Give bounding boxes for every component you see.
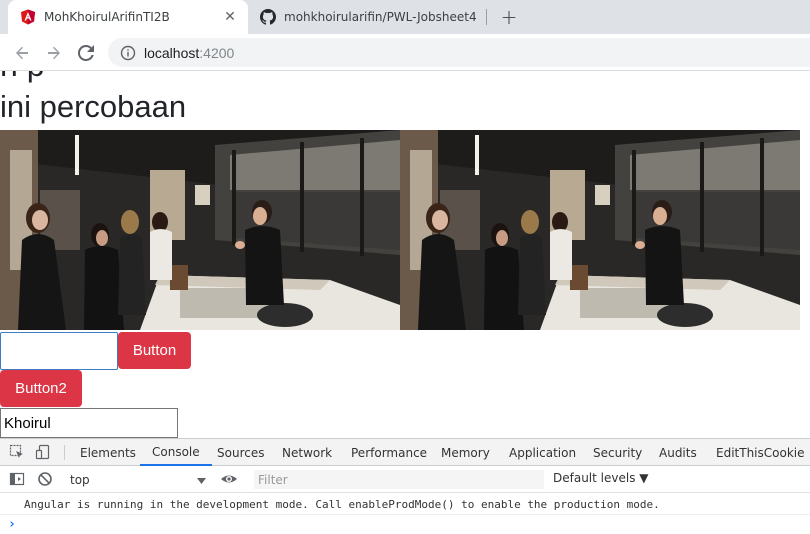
tab-sources[interactable]: Sources [217, 439, 264, 466]
angular-icon [20, 9, 36, 25]
clear-console-icon[interactable] [37, 471, 53, 487]
new-tab-icon[interactable]: + [498, 5, 520, 29]
console-toolbar: top Filter Default levels ▼ [0, 466, 810, 493]
inspect-element-icon[interactable] [9, 444, 25, 460]
url-host: localhost [144, 44, 200, 61]
info-icon[interactable] [120, 45, 136, 61]
tab-security[interactable]: Security [593, 439, 642, 466]
address-bar[interactable]: localhost:4200 [108, 38, 810, 67]
tab-elements[interactable]: Elements [80, 439, 136, 466]
devtools-tab-bar: Elements Console Sources Network Perform… [0, 439, 810, 466]
clipped-heading: h p [0, 71, 44, 84]
text-input[interactable] [0, 332, 118, 370]
page-heading: ini percobaan [0, 89, 187, 124]
console-divider [0, 514, 810, 515]
event-photo [0, 130, 400, 330]
tab-console[interactable]: Console [140, 439, 212, 466]
log-levels-dropdown[interactable]: Default levels ▼ [553, 471, 649, 485]
tab-memory[interactable]: Memory [441, 439, 490, 466]
browser-tab-strip: MohKhoirulArifinTI2B ✕ mohkhoirularifin/… [0, 0, 810, 34]
device-toolbar-icon[interactable] [35, 444, 51, 460]
context-selector[interactable]: top [70, 471, 206, 489]
browser-toolbar: localhost:4200 [0, 34, 810, 71]
tab-application[interactable]: Application [509, 439, 576, 466]
console-message: Angular is running in the development mo… [24, 498, 660, 511]
forward-icon[interactable] [42, 41, 66, 65]
tab-performance[interactable]: Performance [351, 439, 427, 466]
url-port: :4200 [199, 44, 235, 61]
sidebar-toggle-icon[interactable] [9, 471, 25, 487]
caret-down-icon [197, 473, 206, 487]
reload-icon[interactable] [74, 41, 98, 65]
tab-title: MohKhoirulArifinTI2B [44, 10, 170, 24]
name-input[interactable] [0, 408, 178, 438]
tab-audits[interactable]: Audits [659, 439, 697, 466]
tab-inactive[interactable]: mohkhoirularifin/PWL-Jobsheet4 [248, 0, 486, 34]
tab-network[interactable]: Network [282, 439, 332, 466]
close-tab-icon[interactable]: ✕ [220, 7, 240, 27]
event-photo-duplicate [400, 130, 800, 330]
button-2[interactable]: Button2 [0, 370, 82, 407]
filter-input[interactable]: Filter [254, 470, 544, 489]
github-icon [260, 9, 276, 25]
tab-title: mohkhoirularifin/PWL-Jobsheet4 [284, 10, 477, 24]
devtools-panel: Elements Console Sources Network Perform… [0, 438, 810, 534]
tab-editthiscookie[interactable]: EditThisCookie [716, 439, 805, 466]
context-label: top [70, 473, 90, 487]
tab-separator [486, 9, 487, 25]
toolbar-divider [64, 445, 65, 460]
console-prompt-icon[interactable]: › [8, 517, 16, 532]
back-icon[interactable] [10, 41, 34, 65]
button-1[interactable]: Button [118, 332, 191, 369]
page-viewport: h p ini percobaan [0, 71, 810, 438]
tab-active[interactable]: MohKhoirulArifinTI2B ✕ [8, 0, 248, 34]
eye-icon[interactable] [220, 471, 237, 487]
